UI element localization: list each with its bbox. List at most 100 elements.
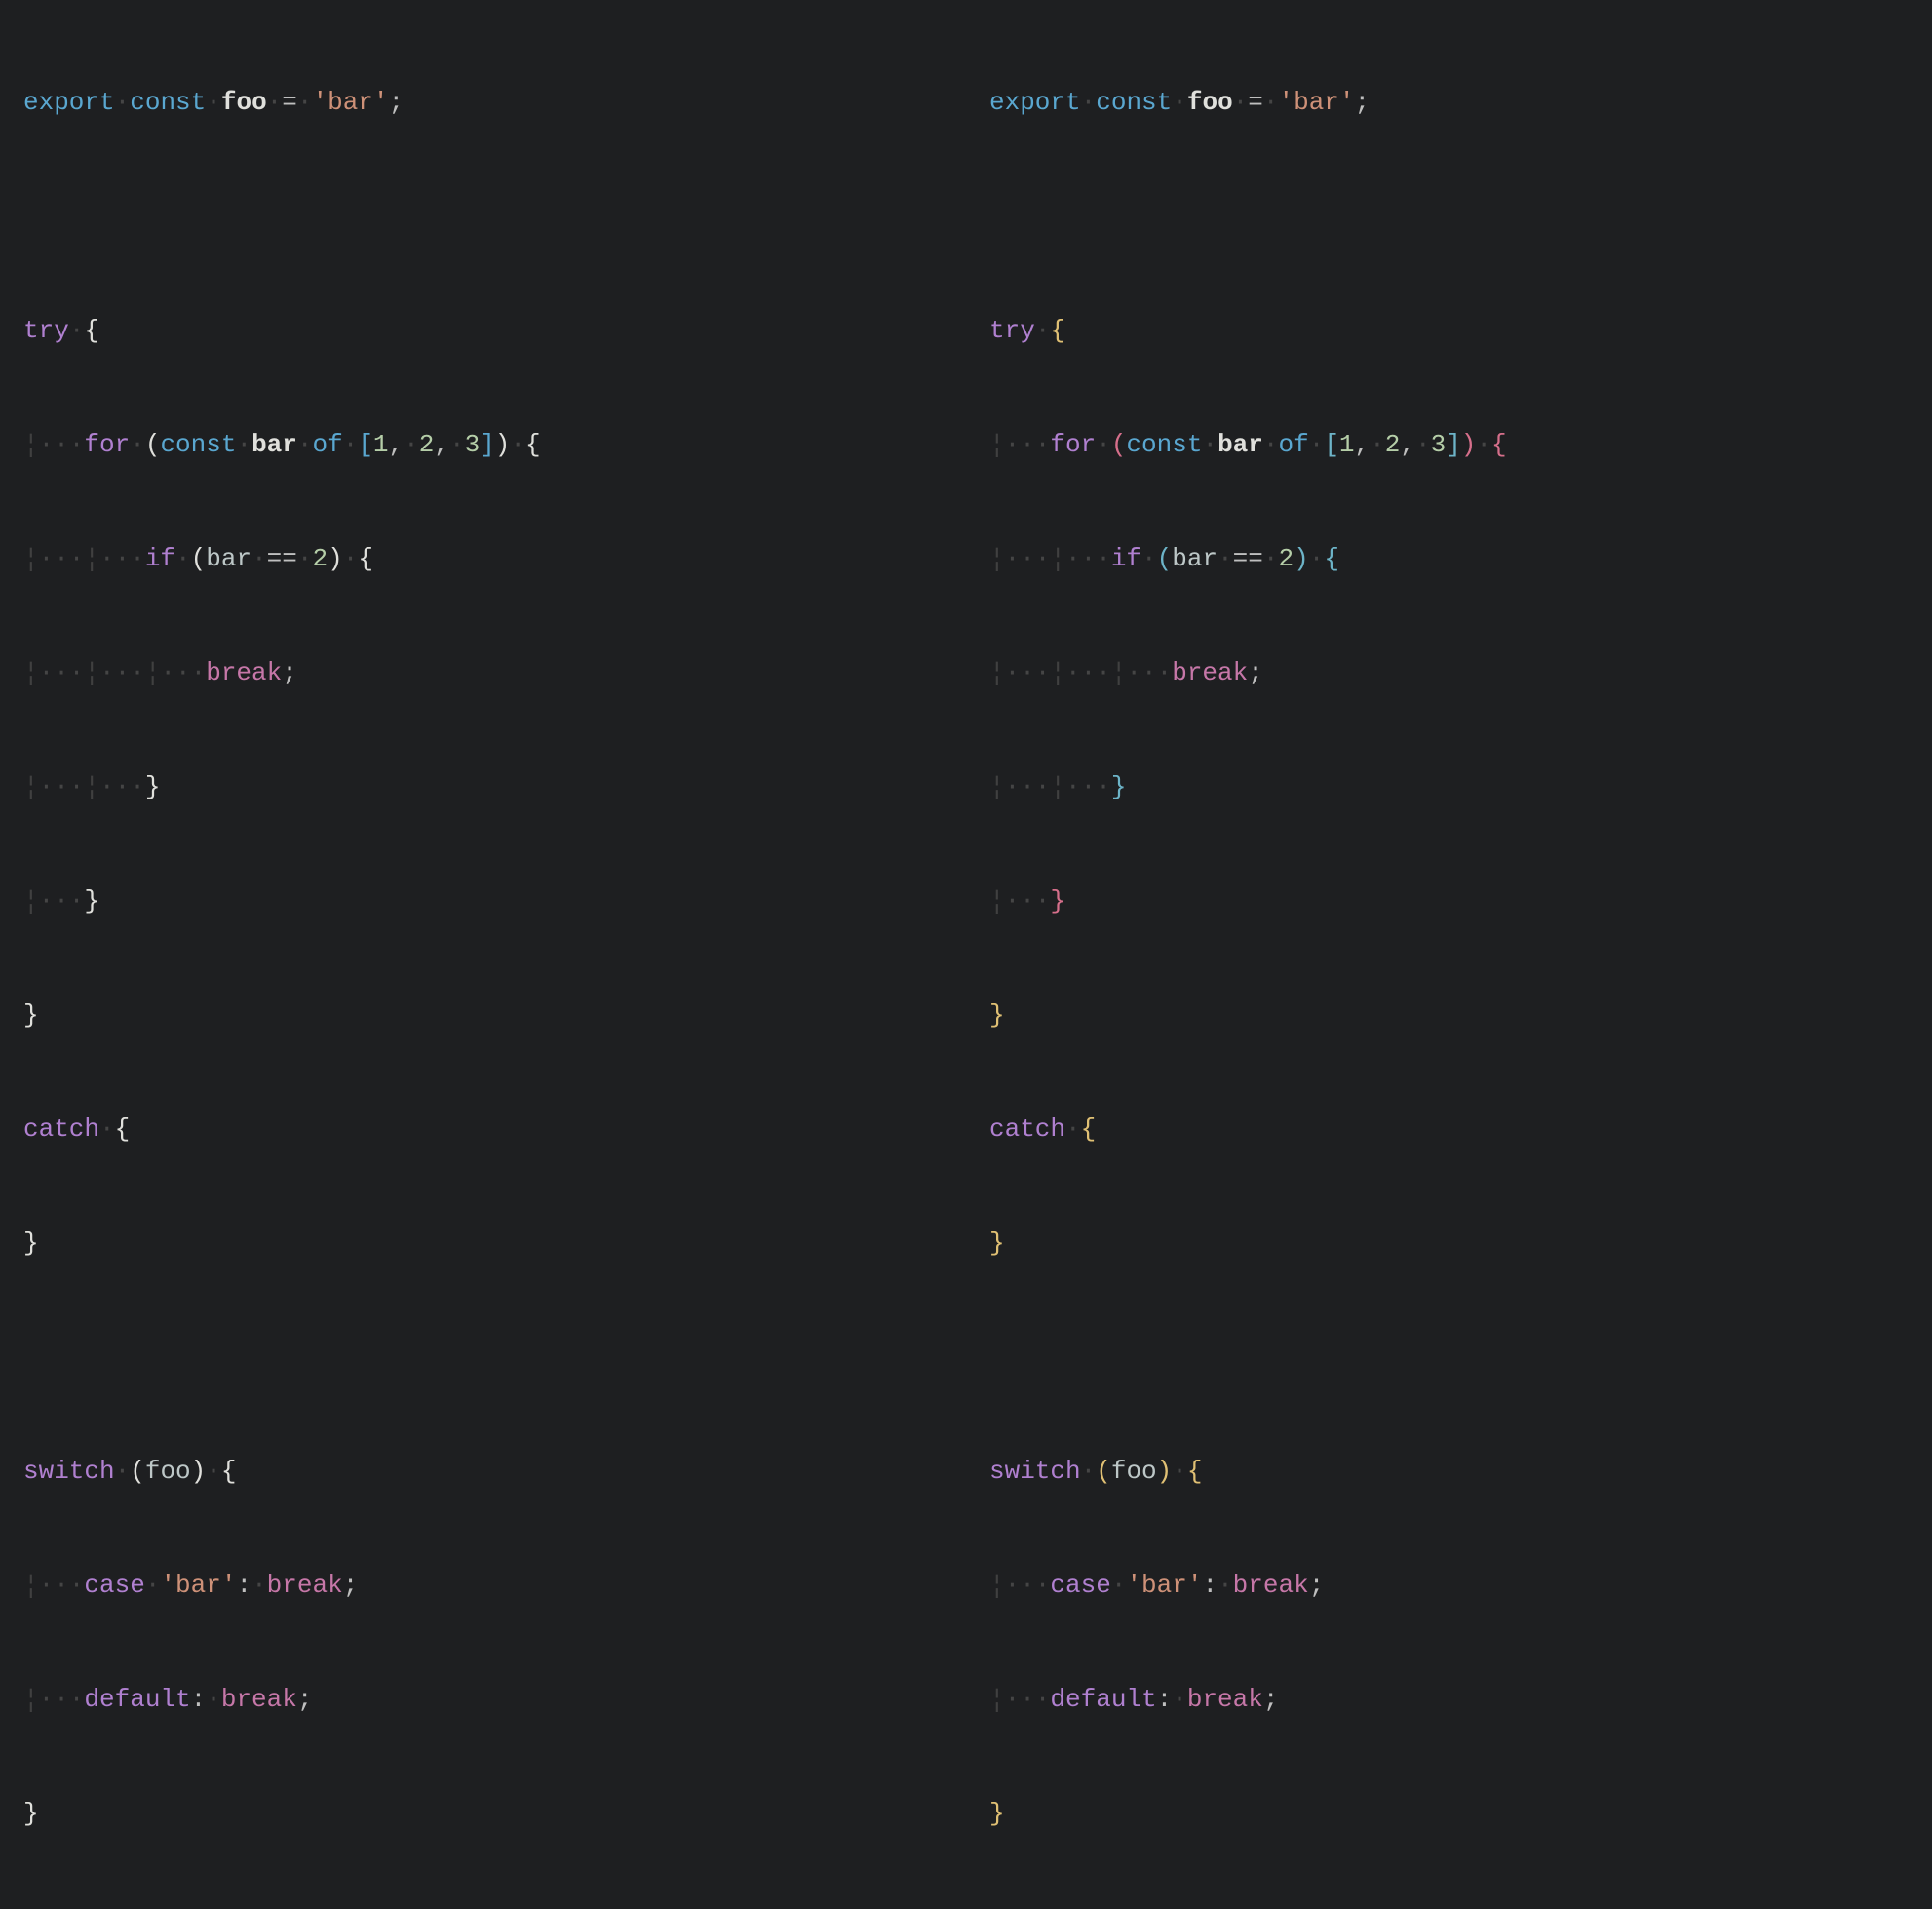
ident-foo: foo — [1111, 1457, 1157, 1486]
semi: ; — [1248, 658, 1263, 687]
comma: , — [1400, 430, 1415, 459]
kw-break: break — [267, 1571, 343, 1600]
string-bar: 'bar' — [160, 1571, 236, 1600]
paren-close: ) — [1157, 1457, 1173, 1486]
paren-close: ) — [1461, 430, 1477, 459]
paren-open: ( — [191, 544, 207, 573]
kw-break: break — [206, 658, 282, 687]
ident-foo: foo — [145, 1457, 191, 1486]
kw-case: case — [1050, 1571, 1110, 1600]
code-line: ¦···} — [989, 882, 1932, 920]
code-line: } — [23, 1225, 966, 1263]
num-1: 1 — [1339, 430, 1355, 459]
kw-try: try — [989, 316, 1035, 345]
op-eq: = — [282, 88, 297, 117]
editor-pane-left[interactable]: export·const·foo·=·'bar'; try·{ ¦···for·… — [0, 8, 966, 1909]
code-line: ¦···for·(const·bar·of·[1,·2,·3])·{ — [23, 426, 966, 464]
op-eqeq: == — [267, 544, 297, 573]
code-line-blank — [989, 1339, 1932, 1377]
paren-open: ( — [1111, 430, 1127, 459]
semi: ; — [343, 1571, 359, 1600]
colon: : — [191, 1685, 207, 1714]
bracket-close: ] — [480, 430, 495, 459]
kw-switch: switch — [989, 1457, 1081, 1486]
kw-for: for — [1050, 430, 1096, 459]
code-line: ¦···¦···¦···break; — [989, 654, 1932, 692]
code-line: catch·{ — [23, 1110, 966, 1149]
comma: , — [1355, 430, 1371, 459]
ident-foo: foo — [1187, 88, 1233, 117]
num-3: 3 — [465, 430, 481, 459]
kw-default: default — [84, 1685, 190, 1714]
semi: ; — [282, 658, 297, 687]
brace-open: { — [84, 316, 99, 345]
code-line: } — [23, 1795, 966, 1833]
op-eqeq: == — [1233, 544, 1263, 573]
code-line: ¦···for·(const·bar·of·[1,·2,·3])·{ — [989, 426, 1932, 464]
brace-open: { — [1491, 430, 1507, 459]
colon: : — [1202, 1571, 1217, 1600]
bracket-open: [ — [358, 430, 373, 459]
kw-const: const — [1096, 88, 1172, 117]
kw-if: if — [145, 544, 175, 573]
code-line-blank — [23, 1339, 966, 1377]
paren-close: ) — [328, 544, 343, 573]
brace-close: } — [989, 1228, 1005, 1258]
num-3: 3 — [1431, 430, 1447, 459]
kw-break: break — [1172, 658, 1248, 687]
num-2: 2 — [313, 544, 328, 573]
brace-close: } — [23, 1228, 39, 1258]
ident-bar: bar — [1172, 544, 1217, 573]
brace-close: } — [23, 1799, 39, 1828]
kw-try: try — [23, 316, 69, 345]
kw-for: for — [84, 430, 130, 459]
num-1: 1 — [373, 430, 389, 459]
kw-break: break — [221, 1685, 297, 1714]
kw-const: const — [1126, 430, 1202, 459]
code-line: ¦···case·'bar':·break; — [23, 1567, 966, 1605]
bracket-open: [ — [1324, 430, 1339, 459]
code-line: export·const·foo·=·'bar'; — [989, 84, 1932, 122]
brace-open: { — [115, 1114, 131, 1144]
code-line: ¦···¦···} — [23, 768, 966, 806]
semi: ; — [1263, 1685, 1279, 1714]
code-line: try·{ — [23, 312, 966, 350]
paren-open: ( — [1096, 1457, 1111, 1486]
editor-pane-right[interactable]: export·const·foo·=·'bar'; try·{ ¦···for·… — [966, 8, 1932, 1909]
brace-open: { — [1050, 316, 1065, 345]
code-line: ¦···¦···} — [989, 768, 1932, 806]
kw-case: case — [84, 1571, 144, 1600]
code-line: ¦···¦···if·(bar·==·2)·{ — [23, 540, 966, 578]
kw-of: of — [312, 430, 342, 459]
kw-const: const — [160, 430, 236, 459]
brace-close: } — [989, 1799, 1005, 1828]
code-line: ¦···case·'bar':·break; — [989, 1567, 1932, 1605]
brace-close: } — [1050, 886, 1065, 916]
brace-open: { — [525, 430, 541, 459]
comma: , — [434, 430, 449, 459]
code-line: } — [23, 996, 966, 1034]
kw-if: if — [1111, 544, 1141, 573]
kw-export: export — [989, 88, 1081, 117]
code-line: } — [989, 1795, 1932, 1833]
code-line: } — [989, 996, 1932, 1034]
kw-export: export — [23, 88, 115, 117]
op-eq: = — [1248, 88, 1263, 117]
ident-bar: bar — [251, 430, 297, 459]
brace-close: } — [1111, 772, 1127, 801]
brace-close: } — [23, 1000, 39, 1030]
paren-close: ) — [495, 430, 511, 459]
code-line: ¦···default:·break; — [989, 1681, 1932, 1719]
code-line-blank — [23, 198, 966, 236]
colon: : — [1157, 1685, 1173, 1714]
num-2: 2 — [1279, 544, 1294, 573]
kw-catch: catch — [989, 1114, 1065, 1144]
code-line: ¦···¦···if·(bar·==·2)·{ — [989, 540, 1932, 578]
code-line: catch·{ — [989, 1110, 1932, 1149]
brace-close: } — [84, 886, 99, 916]
brace-open: { — [1324, 544, 1339, 573]
brace-open: { — [1187, 1457, 1203, 1486]
kw-catch: catch — [23, 1114, 99, 1144]
semi: ; — [1355, 88, 1371, 117]
ident-bar: bar — [1217, 430, 1263, 459]
